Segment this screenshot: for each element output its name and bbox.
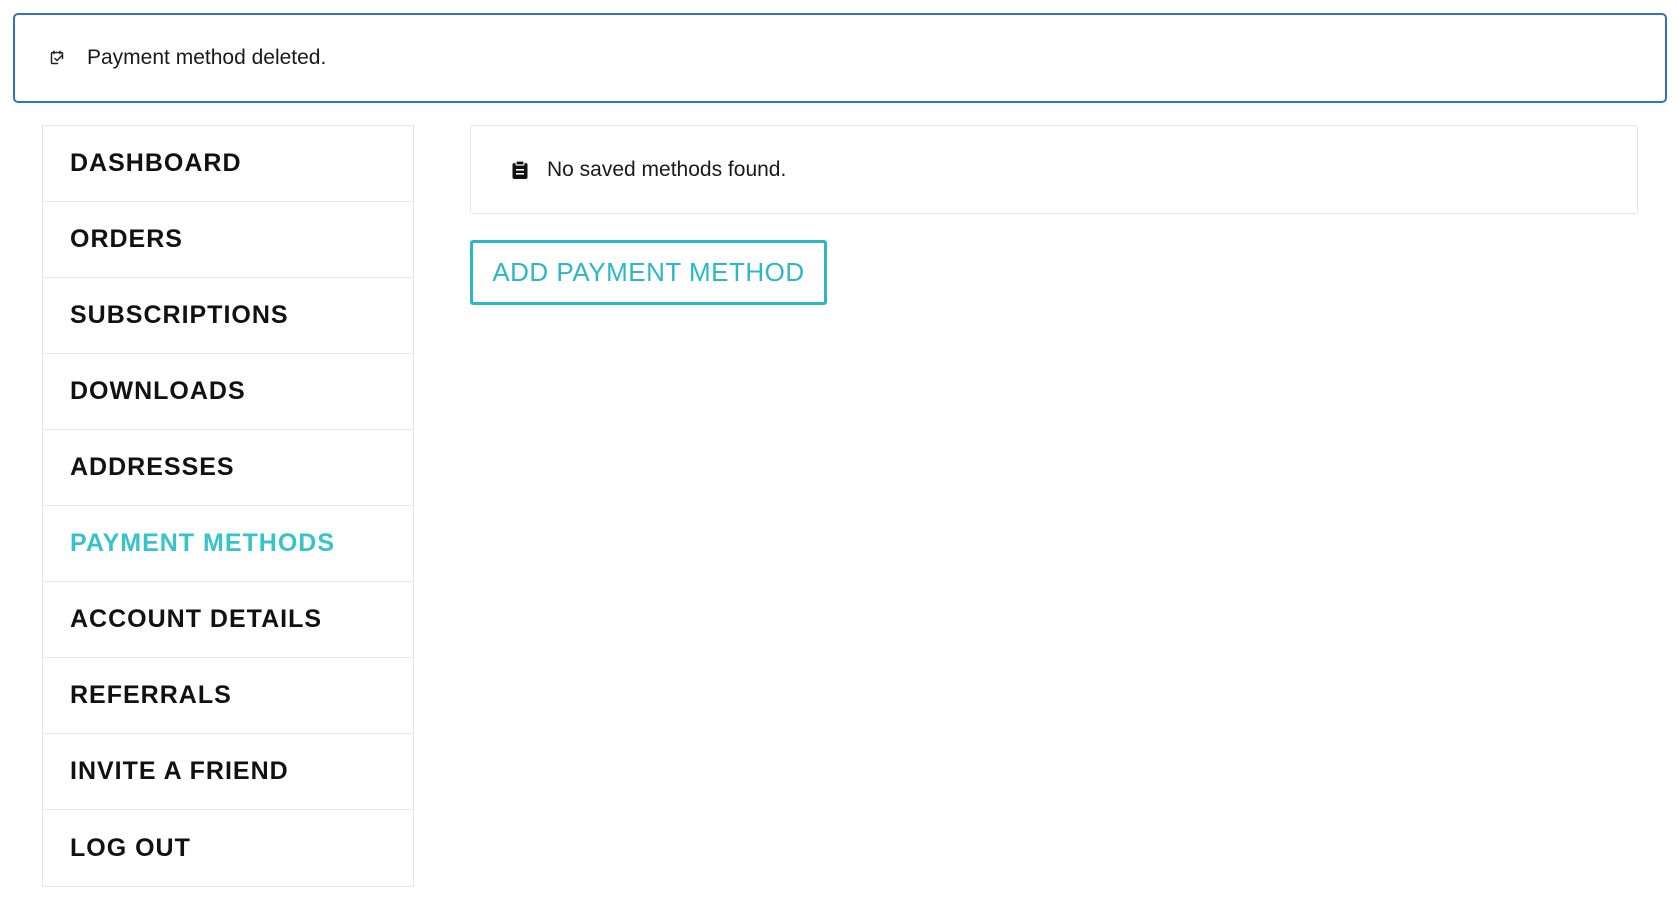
nav-item-label: REFERRALS bbox=[70, 681, 232, 709]
nav-item-downloads[interactable]: DOWNLOADS bbox=[43, 354, 413, 430]
nav-item-label: SUBSCRIPTIONS bbox=[70, 301, 289, 329]
nav-item-addresses[interactable]: ADDRESSES bbox=[43, 430, 413, 506]
nav-item-referrals[interactable]: REFERRALS bbox=[43, 658, 413, 734]
nav-item-label: PAYMENT METHODS bbox=[70, 529, 336, 557]
info-message: No saved methods found. bbox=[547, 157, 787, 181]
add-payment-method-label: ADD PAYMENT METHOD bbox=[492, 257, 805, 287]
success-notice: Payment method deleted. bbox=[13, 13, 1667, 103]
nav-item-log-out[interactable]: LOG OUT bbox=[43, 810, 413, 886]
no-methods-info-box: No saved methods found. bbox=[470, 125, 1638, 214]
nav-item-label: INVITE A FRIEND bbox=[70, 757, 289, 785]
nav-item-label: DASHBOARD bbox=[70, 149, 242, 177]
nav-item-label: LOG OUT bbox=[70, 833, 191, 862]
nav-item-invite-a-friend[interactable]: INVITE A FRIEND bbox=[43, 734, 413, 810]
nav-item-orders[interactable]: ORDERS bbox=[43, 202, 413, 278]
nav-item-label: DOWNLOADS bbox=[70, 377, 246, 405]
nav-item-account-details[interactable]: ACCOUNT DETAILS bbox=[43, 582, 413, 658]
nav-item-payment-methods[interactable]: PAYMENT METHODS bbox=[43, 506, 413, 582]
nav-item-label: ORDERS bbox=[70, 225, 183, 253]
account-navigation: DASHBOARD ORDERS SUBSCRIPTIONS DOWNLOADS… bbox=[42, 125, 414, 887]
calendar-check-icon bbox=[49, 50, 65, 66]
notice-message: Payment method deleted. bbox=[87, 46, 327, 69]
add-payment-method-button[interactable]: ADD PAYMENT METHOD bbox=[470, 240, 827, 305]
nav-item-subscriptions[interactable]: SUBSCRIPTIONS bbox=[43, 278, 413, 354]
nav-item-dashboard[interactable]: DASHBOARD bbox=[43, 126, 413, 202]
nav-item-label: ADDRESSES bbox=[70, 453, 235, 481]
nav-item-label: ACCOUNT DETAILS bbox=[70, 605, 323, 633]
clipboard-icon bbox=[511, 159, 529, 180]
